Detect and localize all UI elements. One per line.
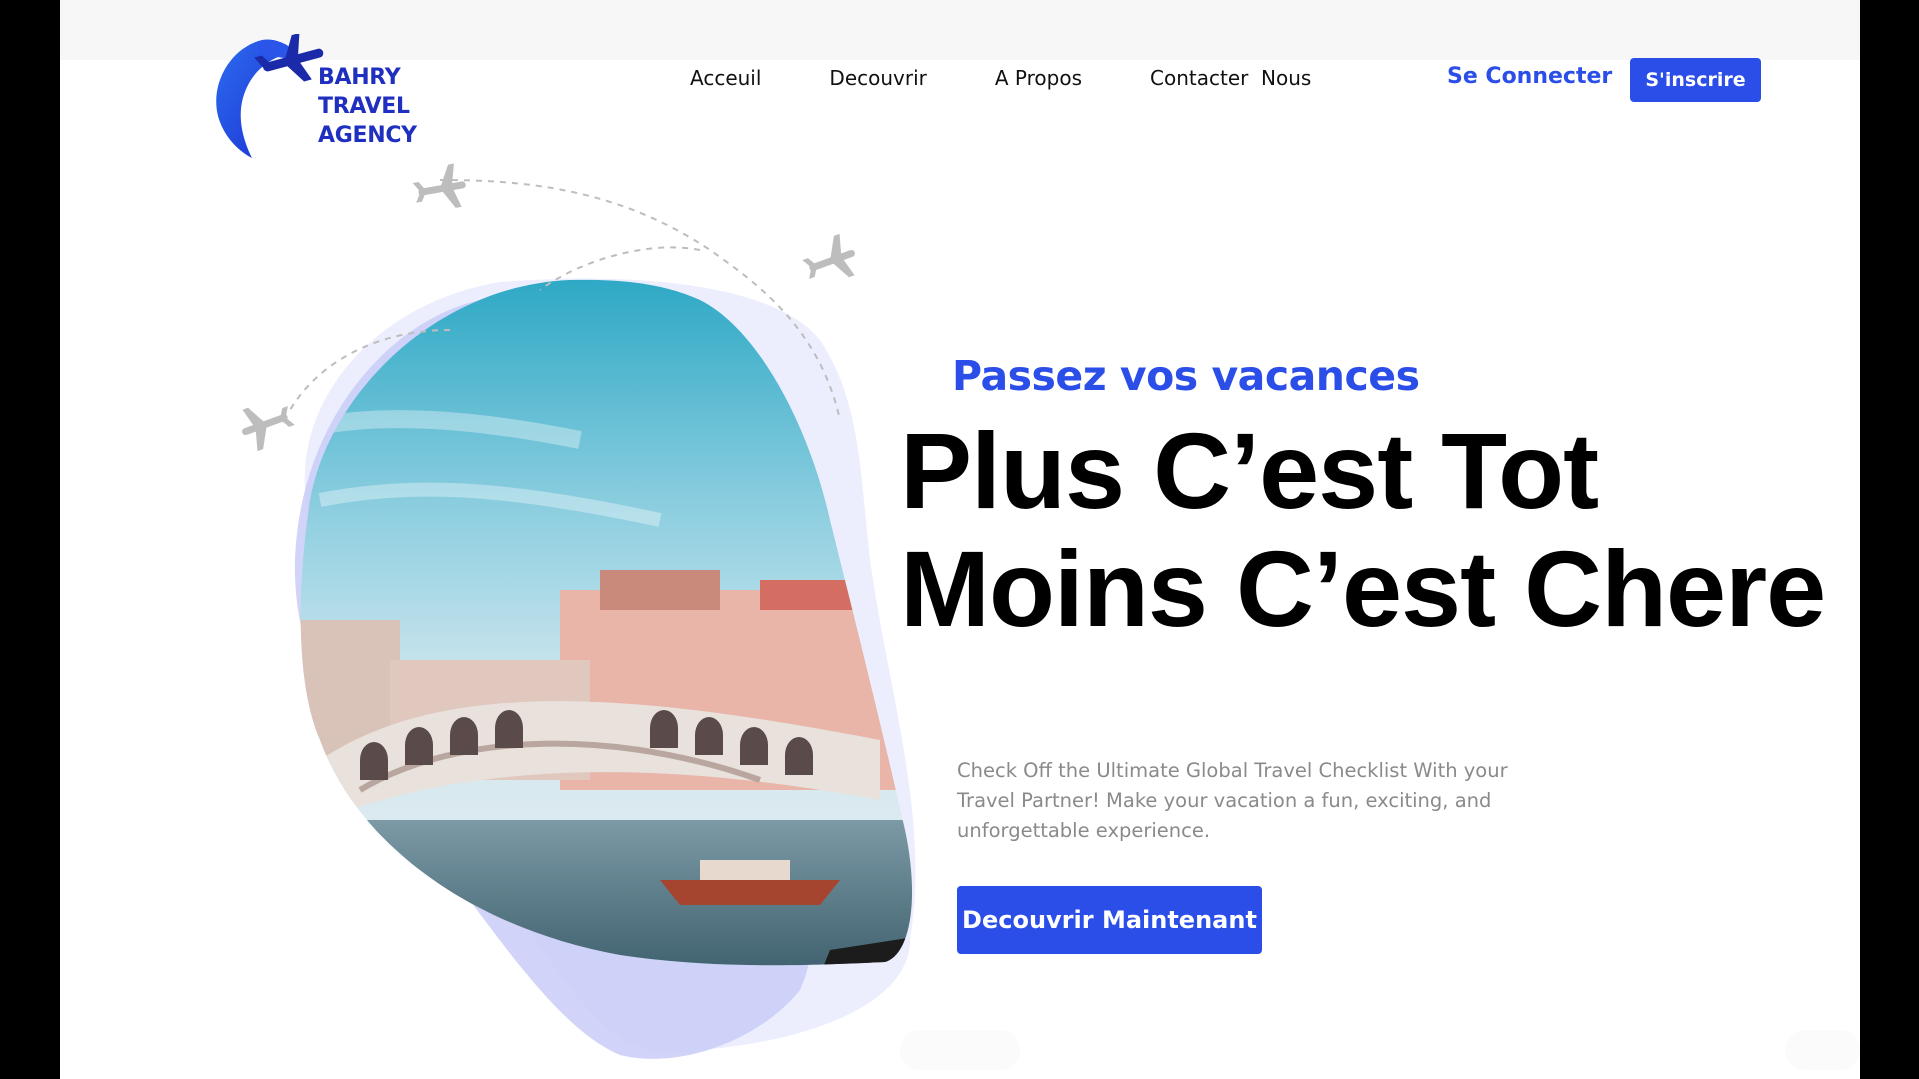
brand-line-1: BAHRY <box>318 65 401 90</box>
hero-headline-line-2: Moins C’est Chere <box>900 528 1826 649</box>
signup-button[interactable]: S'inscrire <box>1630 58 1761 102</box>
hero-illustration <box>242 163 916 1059</box>
hero-headline-line-1: Plus C’est Tot <box>900 410 1599 531</box>
nav-item-acceuil[interactable]: Acceuil <box>690 66 761 90</box>
brand-line-2: TRAVEL <box>318 94 410 119</box>
nav-item-a-propos[interactable]: A Propos <box>995 66 1082 90</box>
discover-now-button[interactable]: Decouvrir Maintenant <box>957 886 1262 954</box>
ghost-control <box>1785 1030 1860 1070</box>
main-nav: Acceuil Decouvrir A Propos Contacter Nou… <box>690 66 1379 90</box>
nav-item-contact[interactable]: Contacter Nous <box>1150 66 1311 90</box>
hero-headline: Plus C’est Tot Moins C’est Chere <box>900 410 1826 649</box>
nav-item-decouvrir[interactable]: Decouvrir <box>829 66 926 90</box>
hero-description: Check Off the Ultimate Global Travel Che… <box>957 759 1508 842</box>
airplane-icon <box>802 233 855 279</box>
landing-page: BAHRY TRAVEL AGENCY Acceuil Decouvrir A … <box>60 0 1860 1079</box>
airplane-icon <box>242 406 295 452</box>
ghost-control <box>900 1030 1020 1070</box>
login-link[interactable]: Se Connecter <box>1447 64 1612 89</box>
hero-kicker: Passez vos vacances <box>952 352 1420 400</box>
airplane-icon <box>412 163 466 208</box>
